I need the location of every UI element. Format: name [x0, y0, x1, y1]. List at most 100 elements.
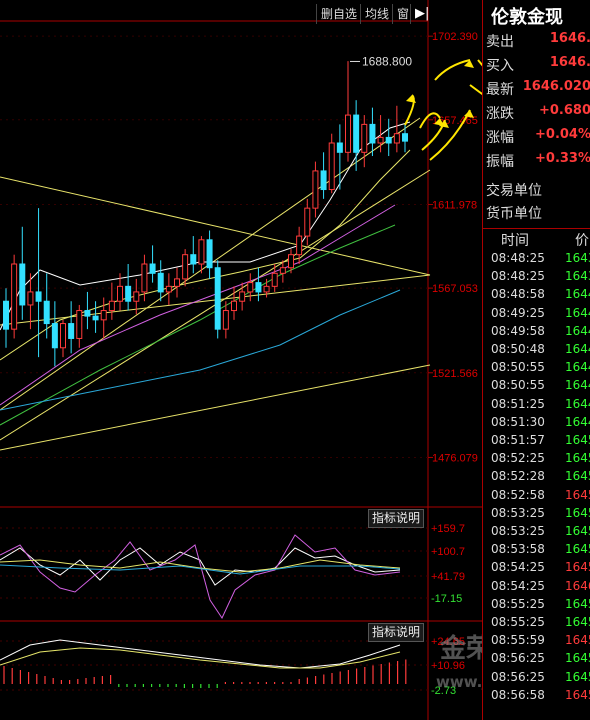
arrow-right-icon[interactable]: ▶|: [410, 4, 433, 24]
price-tick-label: 1521.566: [432, 368, 478, 380]
indicator1-tick-label: +100.7: [431, 546, 465, 558]
quote-value: 1646.020: [522, 79, 590, 94]
quote-value: 1646.: [549, 55, 590, 70]
price-tick-label: 1611.978: [432, 199, 477, 211]
quote-label: 涨幅: [486, 130, 514, 146]
tick-time: 08:53:25: [491, 524, 545, 538]
tick-price: 1644: [565, 378, 590, 393]
candle-body: [279, 267, 286, 274]
candle-body: [377, 136, 384, 144]
candle-body: [304, 207, 311, 237]
tick-price: 1645: [565, 451, 590, 466]
quote-value: +0.680: [538, 103, 590, 118]
tick-header-price: 价: [575, 233, 589, 249]
tick-time: 08:55:25: [491, 615, 545, 629]
candle-body: [84, 310, 91, 317]
candle-body: [402, 133, 408, 142]
candle-body: [239, 291, 246, 302]
tick-time: 08:52:25: [491, 451, 545, 466]
candle-body: [51, 323, 58, 349]
tick-row: 08:56:58 1645: [483, 688, 590, 706]
quote-row: 振幅 +0.33%: [483, 151, 590, 173]
price-tick-label: 1702.390: [432, 31, 478, 43]
candle-body: [157, 272, 164, 293]
tick-row: 08:49:25 1644: [483, 306, 590, 324]
tick-row: 08:53:25 1645: [483, 506, 590, 524]
tick-time: 08:51:30: [491, 414, 545, 429]
candle-body: [369, 123, 376, 144]
price-tick-label: 1476.079: [432, 452, 478, 464]
tick-price: 1645: [565, 524, 590, 538]
candle-body: [125, 285, 132, 302]
tick-row: 08:50:55 1644: [483, 360, 590, 378]
quote-row: 最新 1646.020: [483, 79, 590, 101]
quote-value: +0.04%: [535, 127, 590, 142]
tick-row: 08:56:25 1645: [483, 670, 590, 688]
candle-body: [255, 282, 262, 293]
candle-body: [206, 239, 213, 269]
candle-body: [43, 300, 50, 325]
tick-price: 1644: [565, 323, 590, 338]
peak-label: 1688.800: [362, 54, 412, 68]
tick-row: 08:55:59 1645: [483, 633, 590, 651]
indicator-help-button-2[interactable]: 指标说明: [368, 623, 425, 642]
candle-body: [182, 254, 189, 280]
tick-row: 08:48:25 1643: [483, 269, 590, 287]
tick-price: 1645: [565, 505, 590, 520]
tick-price: 1645: [565, 596, 590, 611]
candle-body: [141, 263, 148, 293]
candle-body: [190, 254, 197, 265]
tick-row: 08:50:48 1644: [483, 342, 590, 360]
indicator-help-button-1[interactable]: 指标说明: [368, 509, 425, 528]
candle-body: [247, 282, 254, 293]
tick-row: 08:51:57 1645: [483, 433, 590, 451]
candle-body: [385, 136, 392, 144]
indicator1-tick-label: -17.15: [431, 593, 462, 605]
tick-price: 1645: [565, 615, 590, 629]
candle-body: [11, 263, 18, 330]
price-tick-label: 1567.053: [432, 283, 478, 295]
tick-time: 08:50:55: [491, 378, 545, 393]
delete-watchlist-button[interactable]: 删自选: [316, 4, 361, 24]
indicator1-tick-label: +159.7: [431, 523, 465, 535]
quote-label: 最新: [486, 82, 514, 98]
tick-time: 08:56:58: [491, 687, 545, 702]
tick-row: 08:54:25 1646: [483, 579, 590, 597]
candle-body: [27, 291, 34, 306]
tick-time: 08:50:48: [491, 342, 545, 356]
tick-price: 1645: [565, 669, 590, 684]
tick-header-time: 时间: [501, 233, 529, 249]
tick-price: 1645: [565, 633, 590, 648]
candle-body: [3, 300, 9, 330]
candle-body: [214, 267, 221, 330]
tick-row: 08:53:25 1645: [483, 524, 590, 542]
tick-time: 08:52:28: [491, 469, 545, 484]
quote-label: 货币单位: [486, 206, 542, 222]
tick-row: 08:51:30 1644: [483, 415, 590, 433]
candle-body: [353, 114, 360, 153]
tick-row: 08:51:25 1644: [483, 397, 590, 415]
candle-body: [35, 291, 42, 302]
quote-row: 卖出 1646.: [483, 31, 590, 53]
tick-price: 1645: [565, 542, 590, 557]
tick-row: 08:55:25 1645: [483, 597, 590, 615]
quote-row: 交易单位: [483, 180, 590, 202]
candle-body: [133, 291, 140, 302]
candle-body: [174, 278, 180, 287]
tick-price: 1645: [565, 687, 590, 702]
tick-price: 1644: [565, 342, 590, 356]
candle-body: [231, 300, 237, 312]
tick-price: 1645: [565, 560, 590, 575]
candle-body: [117, 285, 123, 302]
candle-body: [393, 133, 400, 144]
candle-body: [19, 263, 26, 306]
candle-body: [361, 123, 368, 153]
quote-label: 交易单位: [486, 183, 542, 199]
moving-average-button[interactable]: 均线: [360, 4, 393, 24]
candle-body: [288, 254, 294, 269]
candle-body: [222, 310, 229, 330]
quote-label: 买入: [486, 58, 514, 74]
quote-value: +0.33%: [535, 151, 590, 166]
candle-body: [336, 142, 343, 153]
tick-row: 08:54:25 1645: [483, 560, 590, 578]
